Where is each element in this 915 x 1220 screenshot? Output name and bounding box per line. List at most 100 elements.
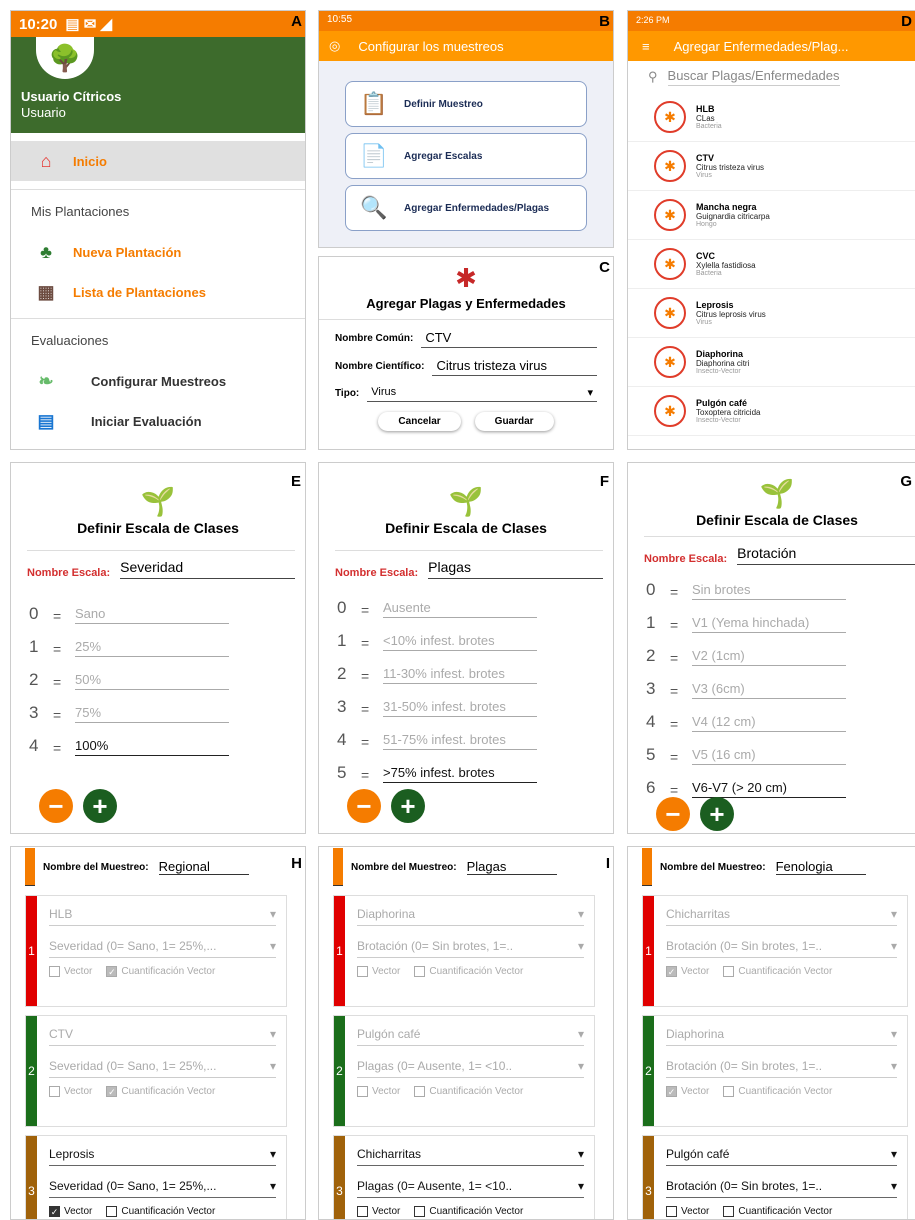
- quantification-checkbox[interactable]: Cuantificación Vector: [414, 1086, 523, 1097]
- quantification-checkbox[interactable]: ✓ Cuantificación Vector: [106, 1086, 215, 1097]
- class-value-input[interactable]: V1 (Yema hinchada): [692, 615, 846, 633]
- add-diseases-button[interactable]: 🔍 Agregar Enfermedades/Plagas: [345, 185, 587, 231]
- pest-select[interactable]: Chicharritas ▾: [357, 1142, 584, 1166]
- bug-icon: ✱: [654, 101, 686, 133]
- class-value-input[interactable]: Ausente: [383, 600, 537, 618]
- vector-checkbox[interactable]: ✓ Vector: [666, 1086, 709, 1097]
- quantification-checkbox[interactable]: Cuantificación Vector: [723, 1206, 832, 1217]
- add-scales-button[interactable]: 📄 Agregar Escalas: [345, 133, 587, 179]
- scale-select[interactable]: Brotación (0= Sin brotes, 1=.. ▾: [666, 1174, 897, 1198]
- type-select[interactable]: Virus ▾: [367, 384, 597, 402]
- pest-select[interactable]: CTV ▾: [49, 1022, 276, 1046]
- vector-checkbox[interactable]: Vector: [357, 966, 400, 977]
- vector-checkbox[interactable]: Vector: [49, 966, 92, 977]
- scale-name-label: Nombre Escala:: [335, 567, 419, 579]
- pest-select[interactable]: Leprosis ▾: [49, 1142, 276, 1166]
- class-value-input[interactable]: V2 (1cm): [692, 648, 846, 666]
- class-value-input[interactable]: 51-75% infest. brotes: [383, 732, 537, 750]
- class-value-input[interactable]: 50%: [75, 672, 229, 690]
- class-value-input[interactable]: <10% infest. brotes: [383, 633, 537, 651]
- class-value-input[interactable]: 25%: [75, 639, 229, 657]
- chevron-down-icon: ▾: [269, 1058, 276, 1073]
- scale-select[interactable]: Brotación (0= Sin brotes, 1=.. ▾: [357, 934, 584, 958]
- class-value-input[interactable]: V6-V7 (> 20 cm): [692, 780, 846, 798]
- group-body: Chicharritas ▾ Plagas (0= Ausente, 1= <10.…: [345, 1136, 594, 1219]
- save-button[interactable]: Guardar: [475, 412, 554, 431]
- common-name-input[interactable]: CTV: [421, 328, 597, 348]
- pest-select[interactable]: Diaphorina ▾: [357, 902, 584, 926]
- class-value-input[interactable]: >75% infest. brotes: [383, 765, 537, 783]
- nav-item-config-sampling[interactable]: ❧ Configurar Muestreos: [11, 361, 305, 401]
- nav-item-start-evaluation[interactable]: ▤ Iniciar Evaluación: [11, 401, 305, 441]
- scale-name-input[interactable]: Brotación: [737, 545, 915, 565]
- add-class-button[interactable]: +: [391, 789, 425, 823]
- quantification-checkbox[interactable]: ✓ Cuantificación Vector: [106, 966, 215, 977]
- quantification-checkbox[interactable]: Cuantificación Vector: [723, 1086, 832, 1097]
- scale-name-input[interactable]: Plagas: [428, 559, 603, 579]
- class-value-input[interactable]: Sano: [75, 606, 229, 624]
- vector-checkbox-label: Vector: [681, 1206, 710, 1218]
- menu-icon[interactable]: ◎: [329, 38, 340, 54]
- scale-select[interactable]: Severidad (0= Sano, 1= 25%,... ▾: [49, 1054, 276, 1078]
- class-value-input[interactable]: Sin brotes: [692, 582, 846, 600]
- scale-select[interactable]: Brotación (0= Sin brotes, 1=.. ▾: [666, 1054, 897, 1078]
- scale-name-input[interactable]: Severidad: [120, 559, 295, 579]
- vector-checkbox[interactable]: Vector: [666, 1206, 709, 1217]
- list-item[interactable]: ✱ HLB CLas Bacteria: [628, 93, 915, 142]
- scale-select[interactable]: Severidad (0= Sano, 1= 25%,... ▾: [49, 934, 276, 958]
- list-item[interactable]: ✱ CTV Citrus tristeza virus Virus: [628, 142, 915, 191]
- pest-list: ✱ HLB CLas Bacteria ✱ CTV Citrus tristeza viru…: [628, 93, 915, 436]
- vector-checkbox[interactable]: ✓ Vector: [49, 1206, 92, 1217]
- vector-checkbox[interactable]: Vector: [49, 1086, 92, 1097]
- remove-class-button[interactable]: −: [347, 789, 381, 823]
- scale-select[interactable]: Brotación (0= Sin brotes, 1=.. ▾: [666, 934, 897, 958]
- cancel-button[interactable]: Cancelar: [378, 412, 460, 431]
- vector-checkbox[interactable]: Vector: [357, 1086, 400, 1097]
- quantification-checkbox[interactable]: Cuantificación Vector: [414, 1206, 523, 1217]
- nav-item-new-plantation[interactable]: ♣ Nueva Plantación: [11, 232, 305, 272]
- remove-class-button[interactable]: −: [39, 789, 73, 823]
- list-item[interactable]: ✱ CVC Xylella fastidiosa Bacteria: [628, 240, 915, 289]
- search-input[interactable]: Buscar Plagas/Enfermedades: [667, 68, 840, 86]
- nav-item-home[interactable]: ⌂ Inicio: [11, 141, 305, 181]
- scale-select[interactable]: Plagas (0= Ausente, 1= <10.. ▾: [357, 1054, 584, 1078]
- pest-select[interactable]: Pulgón café ▾: [666, 1142, 897, 1166]
- nav-item-list-plantations[interactable]: ▦ Lista de Plantaciones: [11, 272, 305, 312]
- quantification-checkbox[interactable]: Cuantificación Vector: [414, 966, 523, 977]
- define-sampling-button[interactable]: 📋 Definir Muestreo: [345, 81, 587, 127]
- pest-select[interactable]: Pulgón café ▾: [357, 1022, 584, 1046]
- list-item[interactable]: ✱ Pulgón café Toxoptera citricida Insecto-V…: [628, 387, 915, 436]
- vector-checkbox[interactable]: ✓ Vector: [666, 966, 709, 977]
- add-class-button[interactable]: +: [83, 789, 117, 823]
- class-value-input[interactable]: 75%: [75, 705, 229, 723]
- search-bar[interactable]: ⚲ Buscar Plagas/Enfermedades: [628, 61, 915, 93]
- class-value-input[interactable]: V4 (12 cm): [692, 714, 846, 732]
- sampling-name-input[interactable]: Fenologia: [775, 859, 866, 875]
- sampling-name-input[interactable]: Regional: [158, 859, 249, 875]
- class-value-input[interactable]: V3 (6cm): [692, 681, 846, 699]
- class-number: 0: [29, 604, 39, 623]
- list-item[interactable]: ✱ Leprosis Citrus leprosis virus Virus: [628, 289, 915, 338]
- quantification-checkbox[interactable]: Cuantificación Vector: [723, 966, 832, 977]
- quantification-checkbox[interactable]: Cuantificación Vector: [106, 1206, 215, 1217]
- scale-select[interactable]: Plagas (0= Ausente, 1= <10.. ▾: [357, 1174, 584, 1198]
- add-class-button[interactable]: +: [700, 797, 734, 831]
- class-value-input[interactable]: V5 (16 cm): [692, 747, 846, 765]
- hamburger-icon[interactable]: ≡: [642, 39, 650, 54]
- scale-title: Definir Escala de Clases: [77, 520, 239, 536]
- list-item[interactable]: ✱ Diaphorina Diaphorina citri Insecto-Vecto…: [628, 338, 915, 387]
- vector-checkbox[interactable]: Vector: [357, 1206, 400, 1217]
- scale-select[interactable]: Severidad (0= Sano, 1= 25%,... ▾: [49, 1174, 276, 1198]
- sampling-name-input[interactable]: Plagas: [466, 859, 557, 875]
- vector-checkbox-label: Vector: [372, 1086, 401, 1098]
- section-heading: Mis Plantaciones: [31, 203, 130, 219]
- pest-select[interactable]: Diaphorina ▾: [666, 1022, 897, 1046]
- class-value-input[interactable]: 31-50% infest. brotes: [383, 699, 537, 717]
- pest-select[interactable]: HLB ▾: [49, 902, 276, 926]
- scientific-name-input[interactable]: Citrus tristeza virus: [432, 356, 597, 376]
- class-value-input[interactable]: 11-30% infest. brotes: [383, 666, 537, 684]
- class-value-input[interactable]: 100%: [75, 738, 229, 756]
- list-item[interactable]: ✱ Mancha negra Guignardia citricarpa Hongo: [628, 191, 915, 240]
- pest-select[interactable]: Chicharritas ▾: [666, 902, 897, 926]
- remove-class-button[interactable]: −: [656, 797, 690, 831]
